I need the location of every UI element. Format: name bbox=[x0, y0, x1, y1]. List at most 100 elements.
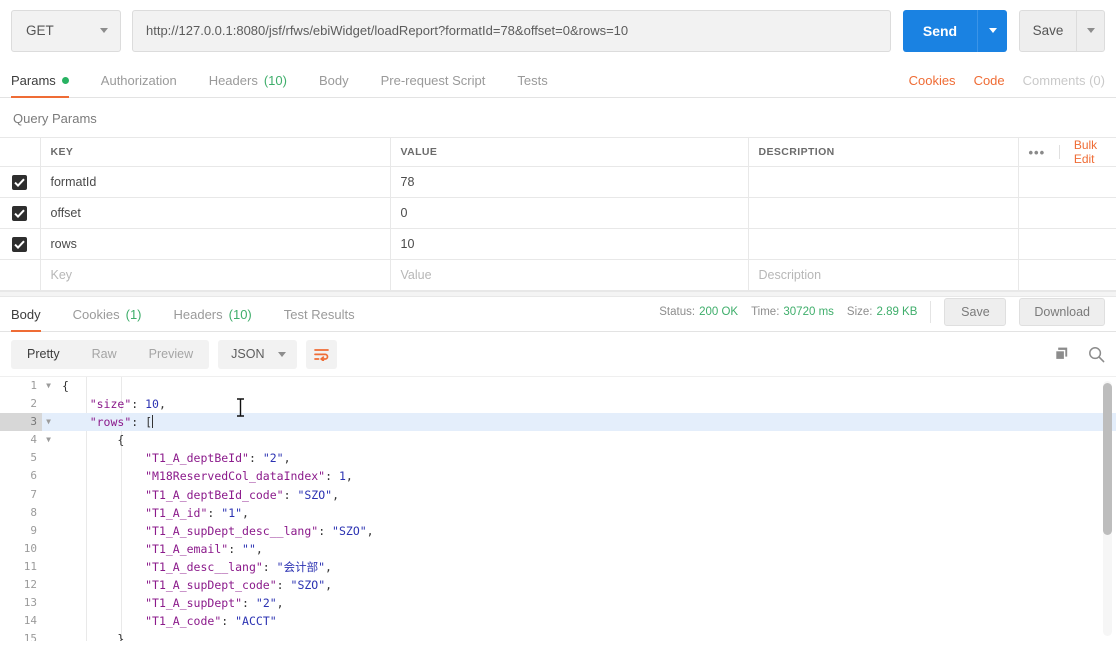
code-line[interactable]: 13 "T1_A_supDept": "2", bbox=[0, 594, 1116, 612]
code-line[interactable]: 1 ▼ { bbox=[0, 377, 1116, 395]
code-line[interactable]: 10 "T1_A_email": "", bbox=[0, 540, 1116, 558]
column-header-actions: ••• Bulk Edit bbox=[1017, 137, 1116, 167]
bulk-edit-button[interactable]: Bulk Edit bbox=[1074, 138, 1106, 166]
chevron-down-icon bbox=[1086, 28, 1095, 33]
more-options-icon[interactable]: ••• bbox=[1029, 145, 1046, 160]
save-options-button[interactable] bbox=[1076, 10, 1104, 51]
url-bar-row: GET http://127.0.0.1:8080/jsf/rfws/ebiWi… bbox=[0, 0, 1116, 62]
search-icon[interactable] bbox=[1088, 346, 1105, 363]
view-mode-group: Pretty Raw Preview bbox=[11, 339, 210, 369]
tab-params[interactable]: Params bbox=[11, 73, 85, 98]
code-line[interactable]: 3 ▼ "rows": [ bbox=[0, 413, 1116, 432]
url-text: http://127.0.0.1:8080/jsf/rfws/ebiWidget… bbox=[146, 23, 629, 38]
code-line[interactable]: 7 "T1_A_deptBeId_code": "SZO", bbox=[0, 486, 1116, 504]
response-save-button[interactable]: Save bbox=[944, 298, 1007, 326]
code-line[interactable]: 12 "T1_A_supDept_code": "SZO", bbox=[0, 576, 1116, 594]
query-params-title: Query Params bbox=[13, 111, 97, 126]
tab-body[interactable]: Body bbox=[303, 73, 365, 97]
code-line[interactable]: 14 "T1_A_code": "ACCT" bbox=[0, 612, 1116, 630]
comments-link[interactable]: Comments (0) bbox=[1023, 73, 1105, 88]
line-number: 7 bbox=[30, 487, 37, 501]
viewer-scrollbar-thumb[interactable] bbox=[1103, 383, 1112, 535]
column-header-value: VALUE bbox=[389, 137, 749, 167]
size-value: 2.89 KB bbox=[876, 306, 918, 318]
cookies-link[interactable]: Cookies bbox=[909, 73, 956, 88]
param-checkbox-formatid[interactable] bbox=[12, 174, 28, 190]
tab-pre-request-script[interactable]: Pre-request Script bbox=[365, 73, 502, 97]
save-button-group: Save bbox=[1019, 9, 1105, 52]
code-line[interactable]: 5 "T1_A_deptBeId": "2", bbox=[0, 449, 1116, 467]
url-input[interactable]: http://127.0.0.1:8080/jsf/rfws/ebiWidget… bbox=[132, 9, 891, 52]
view-mode-preview[interactable]: Preview bbox=[133, 340, 209, 369]
code-line[interactable]: 9 "T1_A_supDept_desc__lang": "SZO", bbox=[0, 522, 1116, 540]
fold-toggle-icon[interactable]: ▼ bbox=[42, 413, 55, 431]
tab-authorization[interactable]: Authorization bbox=[85, 73, 193, 97]
http-method-label: GET bbox=[26, 23, 54, 38]
tab-tests[interactable]: Tests bbox=[501, 73, 563, 97]
tab-headers[interactable]: Headers (10) bbox=[193, 73, 303, 97]
copy-icon[interactable] bbox=[1054, 346, 1070, 362]
param-checkbox-offset[interactable] bbox=[12, 205, 28, 221]
param-value[interactable]: 78 bbox=[389, 166, 749, 198]
param-description[interactable] bbox=[747, 228, 1019, 260]
params-active-dot-icon bbox=[61, 77, 69, 84]
send-button[interactable]: Send bbox=[903, 9, 977, 52]
param-value[interactable]: 10 bbox=[389, 228, 749, 260]
tab-response-body[interactable]: Body bbox=[11, 307, 57, 332]
view-mode-pretty[interactable]: Pretty bbox=[11, 340, 76, 369]
code-text: "M18ReservedCol_dataIndex": 1, bbox=[145, 469, 353, 484]
code-text: "T1_A_id": "1", bbox=[145, 505, 249, 520]
new-param-key-input[interactable]: Key bbox=[39, 259, 391, 291]
response-body-viewer[interactable]: 1 ▼{2 "size": 10, 3 ▼ "rows": [4 ▼ {5 "T1_A_… bbox=[0, 376, 1116, 641]
status-value: 200 OK bbox=[699, 306, 739, 318]
row-checkbox-cell bbox=[0, 197, 41, 229]
fold-toggle-icon[interactable]: ▼ bbox=[42, 431, 55, 449]
tab-tests-label: Tests bbox=[517, 73, 548, 88]
http-method-select[interactable]: GET bbox=[11, 9, 121, 52]
param-checkbox-rows[interactable] bbox=[12, 236, 28, 252]
param-description[interactable] bbox=[747, 166, 1019, 198]
tab-response-headers-count: (10) bbox=[228, 307, 252, 322]
line-number: 15 bbox=[23, 632, 37, 641]
code-line[interactable]: 4 ▼ { bbox=[0, 431, 1116, 449]
code-text: "rows": [ bbox=[89, 415, 154, 430]
param-value[interactable]: 0 bbox=[389, 197, 749, 229]
param-key[interactable]: formatId bbox=[39, 166, 391, 198]
param-key[interactable]: rows bbox=[39, 228, 391, 260]
code-text: "T1_A_supDept_code": "SZO", bbox=[145, 578, 333, 593]
request-tab-actions: Cookies Code Comments (0) bbox=[909, 73, 1105, 97]
line-number: 5 bbox=[30, 451, 37, 465]
param-description[interactable] bbox=[747, 197, 1019, 229]
response-format-select[interactable]: JSON bbox=[218, 339, 298, 369]
viewer-scrollbar-track[interactable] bbox=[1103, 381, 1112, 636]
view-mode-raw[interactable]: Raw bbox=[76, 340, 133, 369]
tab-response-headers[interactable]: Headers (10) bbox=[158, 307, 268, 331]
tab-response-headers-label: Headers bbox=[173, 307, 223, 322]
tab-response-cookies[interactable]: Cookies (1) bbox=[57, 307, 158, 331]
param-key[interactable]: offset bbox=[39, 197, 391, 229]
tab-test-results[interactable]: Test Results bbox=[268, 307, 371, 331]
json-code-content[interactable]: 1 ▼{2 "size": 10, 3 ▼ "rows": [4 ▼ {5 "T1_A_… bbox=[0, 377, 1116, 641]
code-line[interactable]: 2 "size": 10, bbox=[0, 395, 1116, 413]
response-download-button[interactable]: Download bbox=[1019, 298, 1105, 326]
new-param-description-input[interactable]: Description bbox=[747, 259, 1019, 291]
row-checkbox-cell-empty bbox=[0, 259, 41, 291]
table-row: offset 0 bbox=[0, 197, 1116, 229]
time-label: Time: bbox=[751, 306, 780, 318]
tab-pre-request-script-label: Pre-request Script bbox=[380, 73, 486, 88]
send-options-button[interactable] bbox=[977, 9, 1007, 52]
code-link[interactable]: Code bbox=[974, 73, 1005, 88]
save-button[interactable]: Save bbox=[1020, 11, 1076, 51]
code-line[interactable]: 8 "T1_A_id": "1", bbox=[0, 504, 1116, 522]
code-line[interactable]: 15 }, bbox=[0, 630, 1116, 641]
code-line[interactable]: 6 "M18ReservedCol_dataIndex": 1, bbox=[0, 467, 1116, 485]
fold-toggle-icon[interactable]: ▼ bbox=[42, 377, 55, 395]
code-text: "T1_A_email": "", bbox=[145, 541, 263, 556]
word-wrap-toggle[interactable] bbox=[306, 339, 338, 369]
code-line[interactable]: 11 "T1_A_desc__lang": "会计部", bbox=[0, 558, 1116, 576]
line-number: 12 bbox=[23, 578, 37, 592]
tab-body-label: Body bbox=[318, 73, 349, 88]
new-param-value-input[interactable]: Value bbox=[389, 259, 749, 291]
line-number: 1 bbox=[30, 379, 37, 392]
line-number: 9 bbox=[30, 523, 37, 537]
